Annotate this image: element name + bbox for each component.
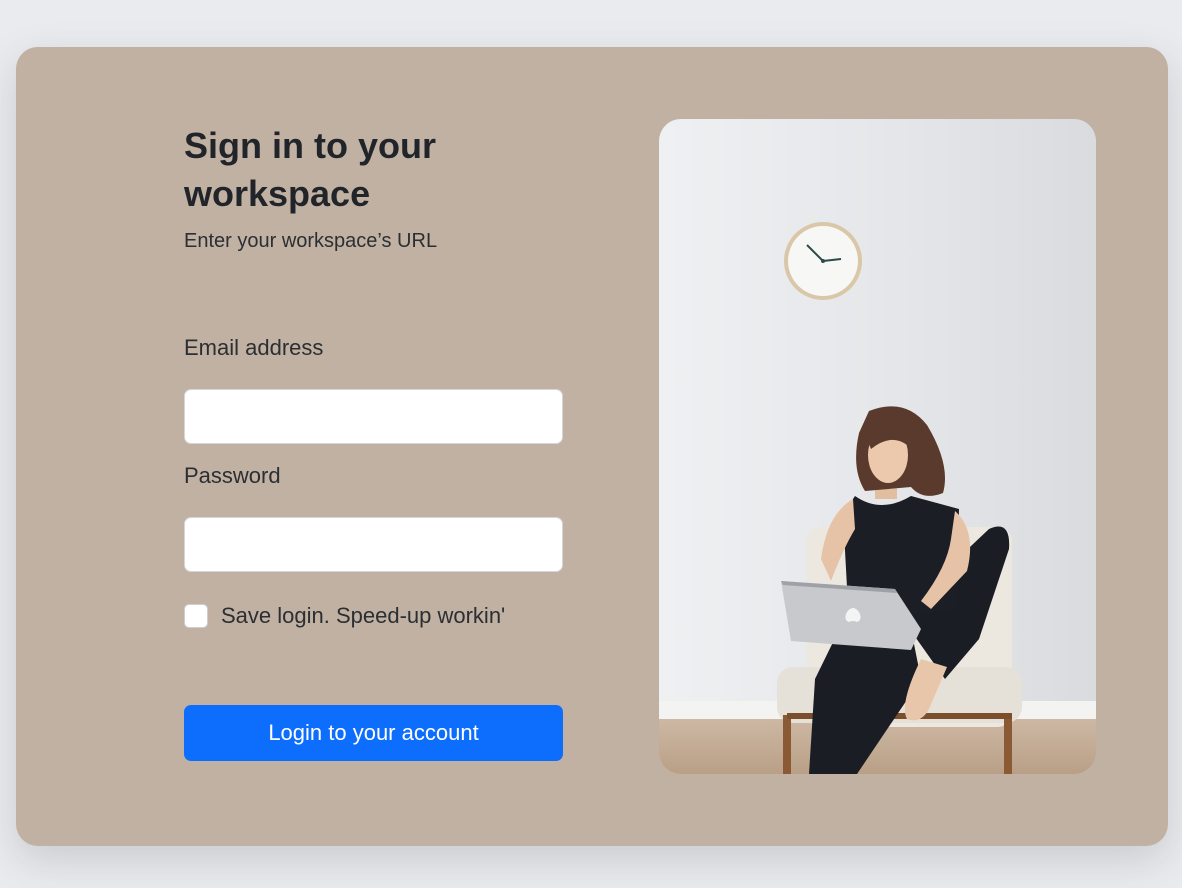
password-label: Password (184, 463, 281, 488)
email-field[interactable] (184, 389, 563, 444)
page-title: Sign in to your workspace (184, 125, 436, 214)
page-subtitle: Enter your workspace’s URL (184, 230, 438, 252)
remember-label[interactable]: Save login. Speed-up workin' (221, 603, 505, 629)
clock-icon (784, 222, 862, 300)
login-card: Sign in to your workspace Enter your wor… (16, 47, 1168, 846)
email-label: Email address (184, 335, 324, 360)
remember-row[interactable]: Save login. Speed-up workin' (184, 602, 505, 630)
woman-with-laptop-photo (659, 119, 1096, 774)
remember-checkbox[interactable] (184, 604, 208, 628)
login-button[interactable]: Login to your account (184, 705, 563, 761)
password-field[interactable] (184, 517, 563, 572)
